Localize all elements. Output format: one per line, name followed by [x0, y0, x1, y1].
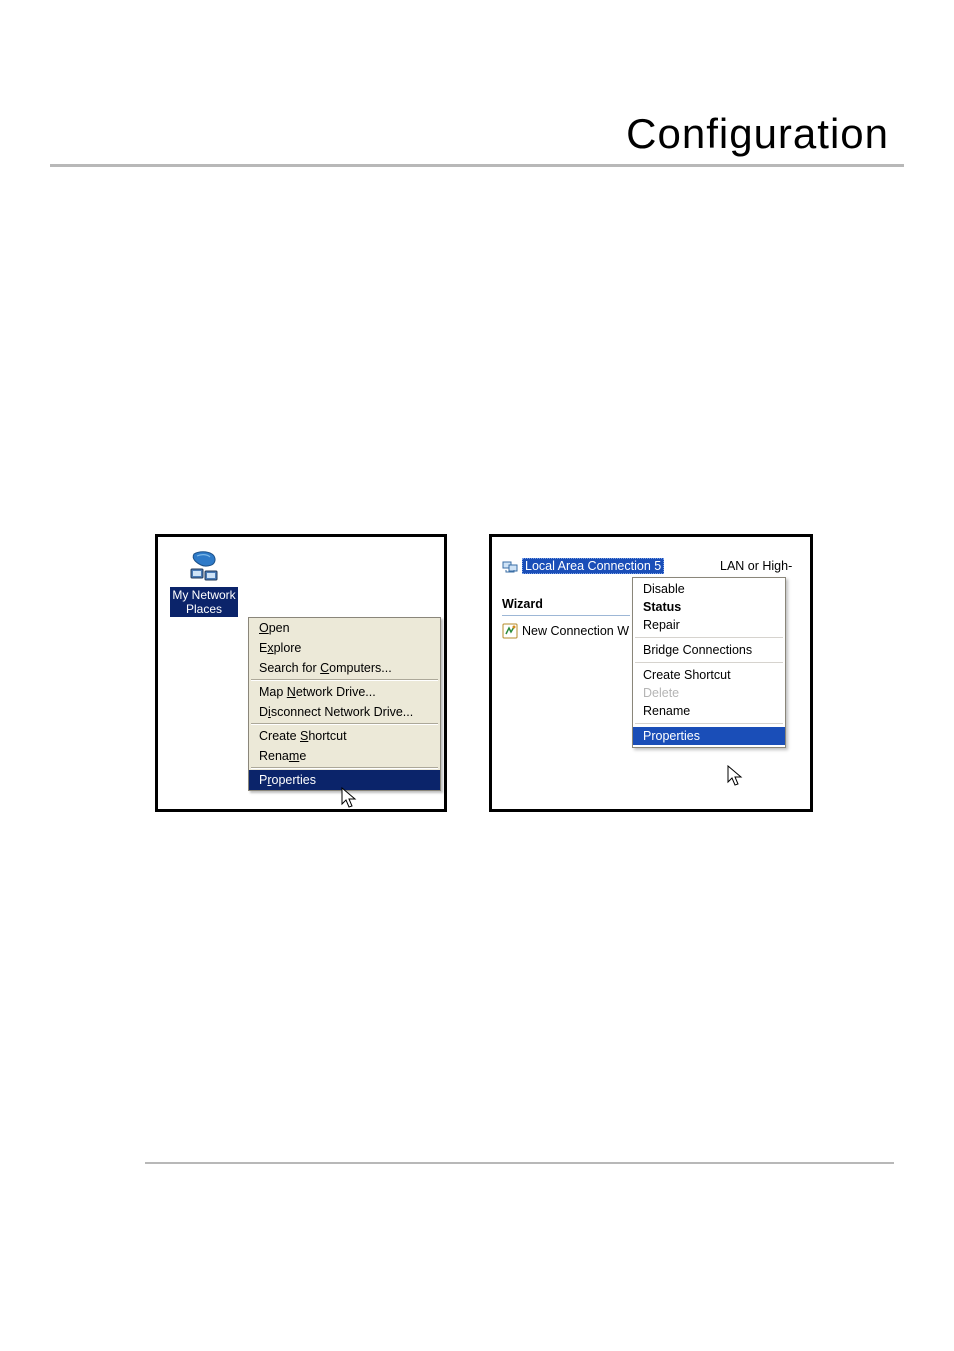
menu-open[interactable]: Open — [249, 618, 440, 638]
screenshot-left: My Network Places Open Explore Search fo… — [155, 534, 447, 812]
context-menu-lan-connection: Disable Status Repair Bridge Connections… — [632, 577, 786, 748]
menu-explore[interactable]: Explore — [249, 638, 440, 658]
screenshot-right: Local Area Connection 5 LAN or High- Wiz… — [489, 534, 813, 812]
menu-rename[interactable]: Rename — [633, 702, 785, 720]
menu-create-shortcut[interactable]: Create Shortcut — [633, 666, 785, 684]
list-item-type: LAN or High- — [720, 559, 810, 573]
menu-properties[interactable]: Properties — [633, 727, 785, 745]
menu-separator — [251, 679, 438, 681]
menu-separator — [635, 723, 783, 724]
mouse-cursor-icon — [727, 765, 743, 787]
menu-delete: Delete — [633, 684, 785, 702]
my-network-places-desktop-icon[interactable]: My Network Places — [166, 551, 242, 618]
context-menu-network-places: Open Explore Search for Computers... Map… — [248, 617, 441, 791]
footer-divider — [145, 1162, 894, 1164]
menu-status[interactable]: Status — [633, 598, 785, 616]
menu-bridge-connections[interactable]: Bridge Connections — [633, 641, 785, 659]
menu-separator — [635, 637, 783, 638]
title-divider — [50, 164, 904, 167]
desktop-icon-label: My Network Places — [170, 587, 237, 617]
list-item-label: Local Area Connection 5 — [522, 558, 664, 574]
menu-properties[interactable]: Properties — [249, 770, 440, 790]
list-item-local-area-connection[interactable]: Local Area Connection 5 LAN or High- — [502, 557, 810, 575]
screenshots-row: My Network Places Open Explore Search fo… — [155, 534, 813, 812]
menu-disconnect-network-drive[interactable]: Disconnect Network Drive... — [249, 702, 440, 722]
list-item-label: New Connection W — [522, 624, 629, 638]
menu-separator — [251, 767, 438, 769]
page-title: Configuration — [50, 110, 904, 158]
menu-repair[interactable]: Repair — [633, 616, 785, 634]
menu-create-shortcut[interactable]: Create Shortcut — [249, 726, 440, 746]
lan-connection-icon — [502, 558, 518, 574]
menu-separator — [635, 662, 783, 663]
wizard-icon — [502, 623, 518, 639]
menu-map-network-drive[interactable]: Map Network Drive... — [249, 682, 440, 702]
network-places-icon — [187, 551, 221, 585]
menu-separator — [251, 723, 438, 725]
menu-disable[interactable]: Disable — [633, 580, 785, 598]
menu-search-computers[interactable]: Search for Computers... — [249, 658, 440, 678]
menu-rename[interactable]: Rename — [249, 746, 440, 766]
